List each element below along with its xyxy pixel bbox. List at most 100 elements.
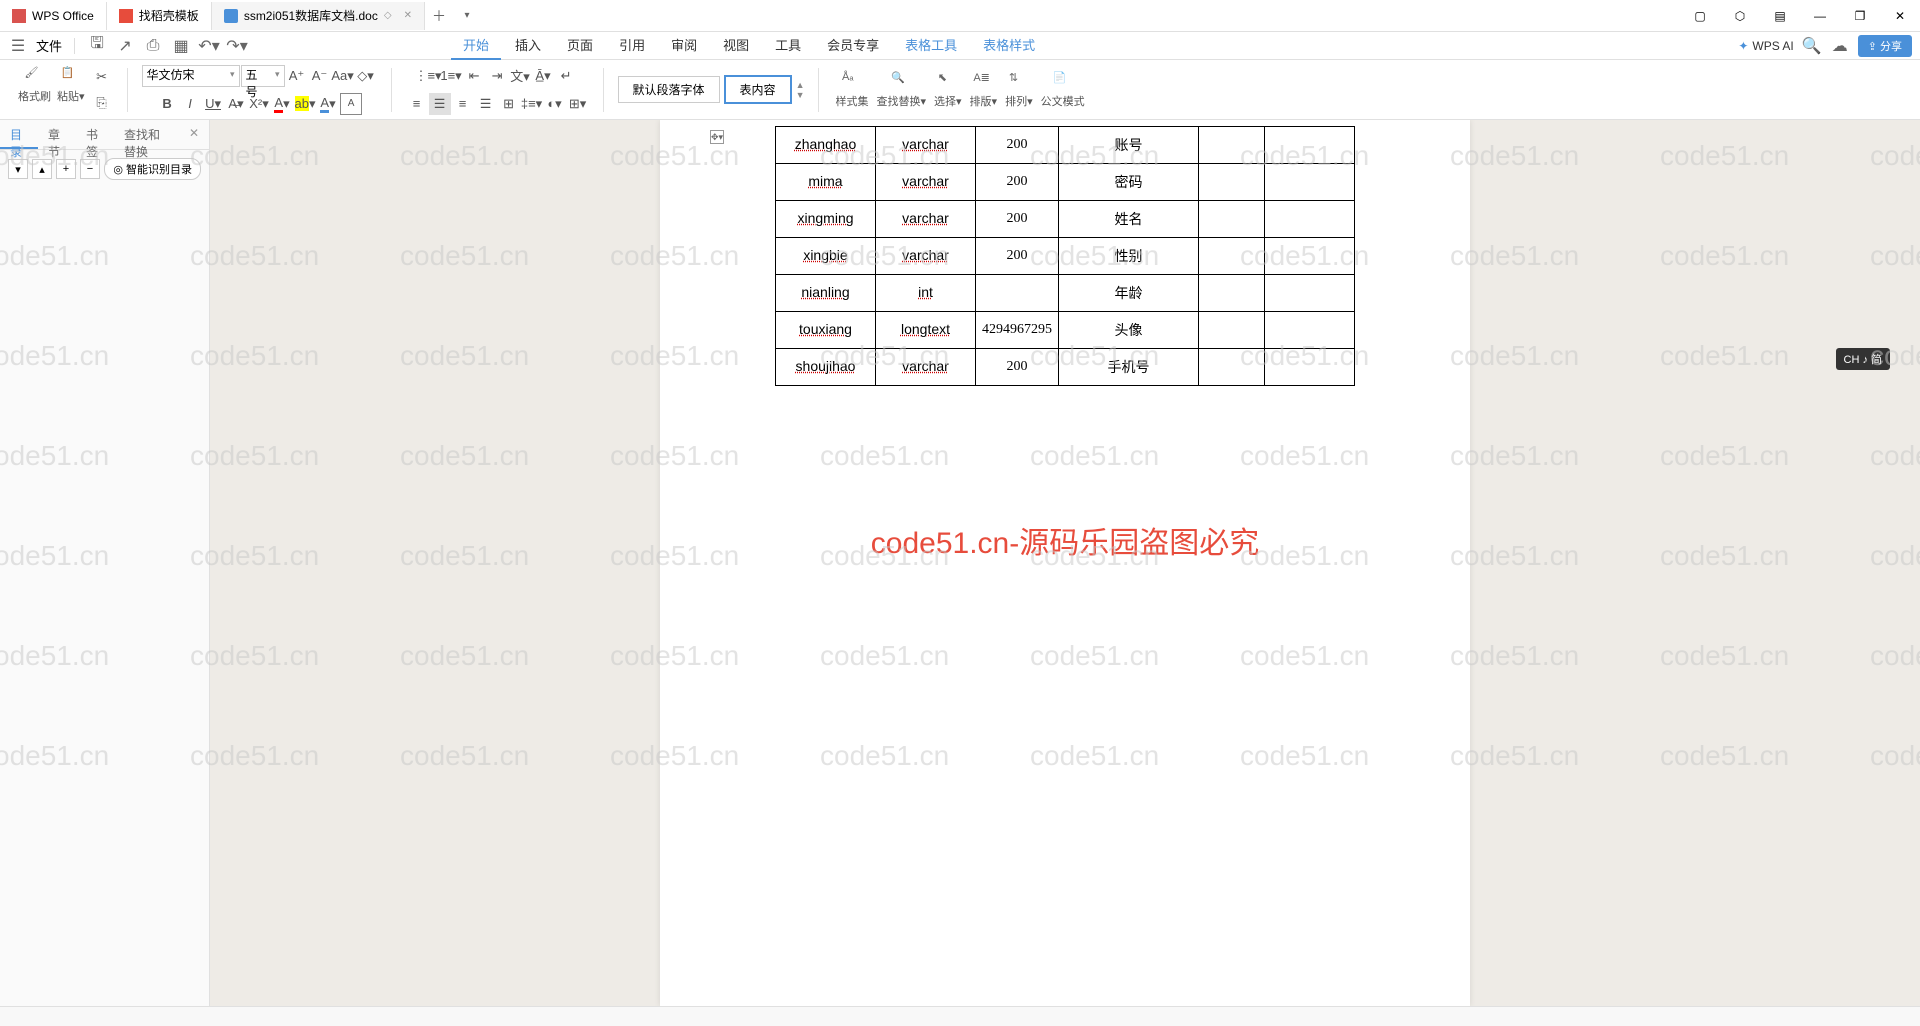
table-move-handle[interactable]: ✥▾ (710, 130, 724, 144)
table-cell[interactable]: 200 (976, 201, 1059, 238)
tab-template[interactable]: 找稻壳模板 (107, 2, 212, 30)
table-row[interactable]: zhanghaovarchar200账号 (776, 127, 1355, 164)
search-icon[interactable]: 🔍 (1802, 36, 1822, 56)
window-opt3-icon[interactable]: ▤ (1760, 0, 1800, 32)
table-cell[interactable] (1199, 275, 1265, 312)
style-table-content[interactable]: 表内容 (724, 75, 792, 104)
smart-toc-button[interactable]: ◎ 智能识别目录 (104, 158, 201, 180)
tab-close-icon[interactable]: ✕ (404, 10, 412, 21)
sort-icon[interactable]: Ā̲▾ (532, 65, 554, 87)
grow-font-icon[interactable]: A⁺ (286, 65, 308, 87)
table-cell[interactable] (976, 275, 1059, 312)
table-row[interactable]: xingbievarchar200性别 (776, 238, 1355, 275)
sidebar-collapse-icon[interactable]: ▾ (8, 159, 28, 179)
borders-icon[interactable]: ⊞▾ (567, 93, 589, 115)
copy-icon[interactable]: ⎘ (91, 92, 113, 114)
font-size-select[interactable]: 五号 (241, 65, 285, 87)
table-cell[interactable] (1265, 238, 1355, 275)
menu-hamburger-icon[interactable]: ☰ (8, 36, 28, 56)
paste-button[interactable]: 📋 粘贴▾ (57, 66, 85, 114)
menu-tab-review[interactable]: 审阅 (659, 31, 709, 60)
styleset-button[interactable]: Åₐ样式集 (835, 71, 868, 109)
change-case-icon[interactable]: Aa▾ (332, 65, 354, 87)
select-button[interactable]: ⬉选择▾ (934, 71, 962, 109)
window-opt2-icon[interactable]: ⬡ (1720, 0, 1760, 32)
style-up-icon[interactable]: ▲ (796, 80, 805, 90)
numbering-icon[interactable]: 1≡▾ (440, 65, 462, 87)
align-center-icon[interactable]: ☰ (429, 93, 451, 115)
arrange-button[interactable]: A≣排版▾ (970, 71, 998, 109)
table-cell[interactable]: 200 (976, 164, 1059, 201)
menu-tab-ref[interactable]: 引用 (607, 31, 657, 60)
italic-button[interactable]: I (179, 93, 201, 115)
align-justify-icon[interactable]: ☰ (475, 93, 497, 115)
redo-icon[interactable]: ↷▾ (227, 36, 247, 56)
menu-tab-tools[interactable]: 工具 (763, 31, 813, 60)
table-cell[interactable]: 手机号 (1059, 349, 1199, 386)
table-cell[interactable]: xingbie (776, 238, 876, 275)
table-row[interactable]: mimavarchar200密码 (776, 164, 1355, 201)
document-area[interactable]: ✥▾ zhanghaovarchar200账号mimavarchar200密码x… (210, 120, 1920, 1006)
table-cell[interactable]: 200 (976, 127, 1059, 164)
wps-ai-button[interactable]: ✦ WPS AI (1738, 39, 1793, 53)
table-cell[interactable]: 200 (976, 238, 1059, 275)
table-cell[interactable]: 性别 (1059, 238, 1199, 275)
tab-list-button[interactable]: ▾ (453, 10, 481, 21)
table-cell[interactable] (1199, 201, 1265, 238)
table-cell[interactable]: 200 (976, 349, 1059, 386)
print-preview-icon[interactable]: ▦ (171, 36, 191, 56)
table-cell[interactable] (1199, 238, 1265, 275)
text-direction-icon[interactable]: 文▾ (509, 65, 531, 87)
window-close-icon[interactable]: ✕ (1880, 0, 1920, 32)
para-shading-icon[interactable]: ◐▾ (544, 93, 566, 115)
file-menu[interactable]: 文件 (36, 36, 62, 55)
strikethrough-button[interactable]: A̶▾ (225, 93, 247, 115)
sidebar-tab-toc[interactable]: 目录 (0, 120, 38, 149)
tab-add-button[interactable]: ＋ (425, 6, 453, 26)
table-cell[interactable]: shoujihao (776, 349, 876, 386)
table-cell[interactable] (1265, 127, 1355, 164)
table-cell[interactable]: int (876, 275, 976, 312)
sidebar-tab-findrep[interactable]: 查找和替换 (114, 120, 179, 149)
sidebar-tab-chapter[interactable]: 章节 (38, 120, 76, 149)
table-cell[interactable]: xingming (776, 201, 876, 238)
table-cell[interactable]: varchar (876, 164, 976, 201)
table-cell[interactable]: varchar (876, 127, 976, 164)
style-default[interactable]: 默认段落字体 (618, 76, 720, 103)
menu-tab-start[interactable]: 开始 (451, 31, 501, 60)
increase-indent-icon[interactable]: ⇥ (486, 65, 508, 87)
tab-wps-office[interactable]: WPS Office (0, 2, 107, 30)
table-cell[interactable]: 年龄 (1059, 275, 1199, 312)
table-cell[interactable]: touxiang (776, 312, 876, 349)
show-marks-icon[interactable]: ↵ (555, 65, 577, 87)
table-cell[interactable] (1199, 349, 1265, 386)
table-cell[interactable] (1265, 164, 1355, 201)
sidebar-minus-icon[interactable]: − (80, 159, 100, 179)
table-cell[interactable] (1265, 275, 1355, 312)
docmode-button[interactable]: 📄公文模式 (1041, 71, 1085, 109)
table-cell[interactable]: 账号 (1059, 127, 1199, 164)
cut-icon[interactable]: ✂ (91, 66, 113, 88)
table-cell[interactable]: zhanghao (776, 127, 876, 164)
table-cell[interactable]: 密码 (1059, 164, 1199, 201)
distribute-icon[interactable]: ⊞ (498, 93, 520, 115)
shading-button[interactable]: A▾ (317, 93, 339, 115)
table-cell[interactable]: varchar (876, 201, 976, 238)
menu-tab-tabletools[interactable]: 表格工具 (893, 31, 969, 60)
table-cell[interactable]: 姓名 (1059, 201, 1199, 238)
data-table[interactable]: zhanghaovarchar200账号mimavarchar200密码xing… (775, 126, 1355, 386)
underline-button[interactable]: U▾ (202, 93, 224, 115)
sidebar-expand-icon[interactable]: ▴ (32, 159, 52, 179)
sidebar-tab-bookmark[interactable]: 书签 (76, 120, 114, 149)
tab-menu-icon[interactable]: ◇ (384, 10, 392, 21)
table-cell[interactable] (1265, 201, 1355, 238)
table-cell[interactable]: 头像 (1059, 312, 1199, 349)
find-replace-button[interactable]: 🔍查找替换▾ (876, 71, 926, 109)
line-spacing-icon[interactable]: ‡≡▾ (521, 93, 543, 115)
table-row[interactable]: shoujihaovarchar200手机号 (776, 349, 1355, 386)
undo-icon[interactable]: ↶▾ (199, 36, 219, 56)
menu-tab-tablestyle[interactable]: 表格样式 (971, 31, 1047, 60)
font-color-button[interactable]: A▾ (271, 93, 293, 115)
table-cell[interactable] (1265, 312, 1355, 349)
bold-button[interactable]: B (156, 93, 178, 115)
